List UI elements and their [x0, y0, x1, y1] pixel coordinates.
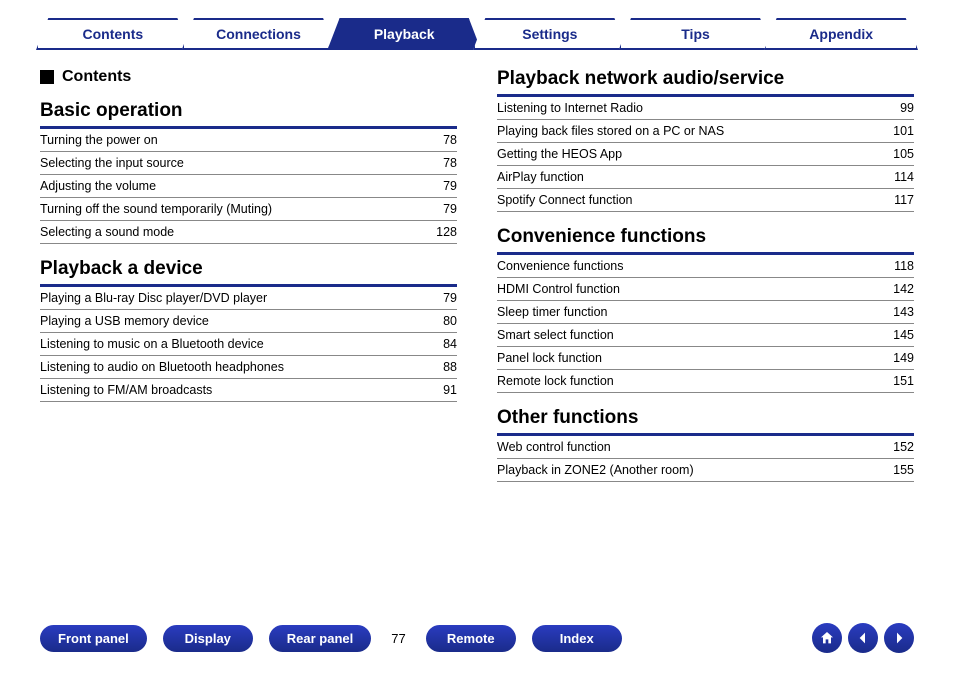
section-playback-device: Playback a device: [40, 258, 457, 287]
tab-appendix[interactable]: Appendix: [764, 18, 918, 50]
tab-settings[interactable]: Settings: [473, 18, 627, 50]
toc-row[interactable]: Turning the power on78: [40, 129, 457, 152]
toc-row[interactable]: Turning off the sound temporarily (Mutin…: [40, 198, 457, 221]
toc-row[interactable]: Playing a USB memory device80: [40, 310, 457, 333]
section-other: Other functions: [497, 407, 914, 436]
toc-row[interactable]: Remote lock function151: [497, 370, 914, 393]
toc-row[interactable]: Listening to Internet Radio99: [497, 97, 914, 120]
top-tabs: Contents Connections Playback Settings T…: [40, 18, 914, 50]
square-bullet-icon: [40, 70, 54, 84]
contents-header-text: Contents: [62, 68, 131, 86]
section-network-audio: Playback network audio/service: [497, 68, 914, 97]
left-column: Contents Basic operation Turning the pow…: [40, 68, 457, 482]
remote-button[interactable]: Remote: [426, 625, 516, 652]
toc-row[interactable]: Selecting a sound mode128: [40, 221, 457, 244]
toc-row[interactable]: Smart select function145: [497, 324, 914, 347]
toc-row[interactable]: Playing a Blu-ray Disc player/DVD player…: [40, 287, 457, 310]
toc-row[interactable]: Sleep timer function143: [497, 301, 914, 324]
section-convenience: Convenience functions: [497, 226, 914, 255]
prev-page-icon[interactable]: [848, 623, 878, 653]
toc-row[interactable]: Listening to FM/AM broadcasts91: [40, 379, 457, 402]
toc-row[interactable]: Listening to audio on Bluetooth headphon…: [40, 356, 457, 379]
next-page-icon[interactable]: [884, 623, 914, 653]
toc-row[interactable]: Adjusting the volume79: [40, 175, 457, 198]
toc-row[interactable]: HDMI Control function142: [497, 278, 914, 301]
toc-row[interactable]: Panel lock function149: [497, 347, 914, 370]
tab-tips[interactable]: Tips: [619, 18, 773, 50]
display-button[interactable]: Display: [163, 625, 253, 652]
toc-row[interactable]: Web control function152: [497, 436, 914, 459]
front-panel-button[interactable]: Front panel: [40, 625, 147, 652]
tab-connections[interactable]: Connections: [182, 18, 336, 50]
footer-bar: Front panel Display Rear panel 77 Remote…: [40, 623, 914, 653]
toc-row[interactable]: AirPlay function114: [497, 166, 914, 189]
contents-header: Contents: [40, 68, 457, 86]
toc-row[interactable]: Playing back files stored on a PC or NAS…: [497, 120, 914, 143]
toc-row[interactable]: Getting the HEOS App105: [497, 143, 914, 166]
toc-row[interactable]: Listening to music on a Bluetooth device…: [40, 333, 457, 356]
toc-row[interactable]: Spotify Connect function117: [497, 189, 914, 212]
toc-row[interactable]: Playback in ZONE2 (Another room)155: [497, 459, 914, 482]
tab-contents[interactable]: Contents: [36, 18, 190, 50]
toc-row[interactable]: Convenience functions118: [497, 255, 914, 278]
index-button[interactable]: Index: [532, 625, 622, 652]
page-number: 77: [391, 631, 405, 646]
right-column: Playback network audio/service Listening…: [497, 68, 914, 482]
rear-panel-button[interactable]: Rear panel: [269, 625, 371, 652]
toc-row[interactable]: Selecting the input source78: [40, 152, 457, 175]
home-icon[interactable]: [812, 623, 842, 653]
section-basic-operation: Basic operation: [40, 100, 457, 129]
tab-playback[interactable]: Playback: [327, 18, 481, 50]
